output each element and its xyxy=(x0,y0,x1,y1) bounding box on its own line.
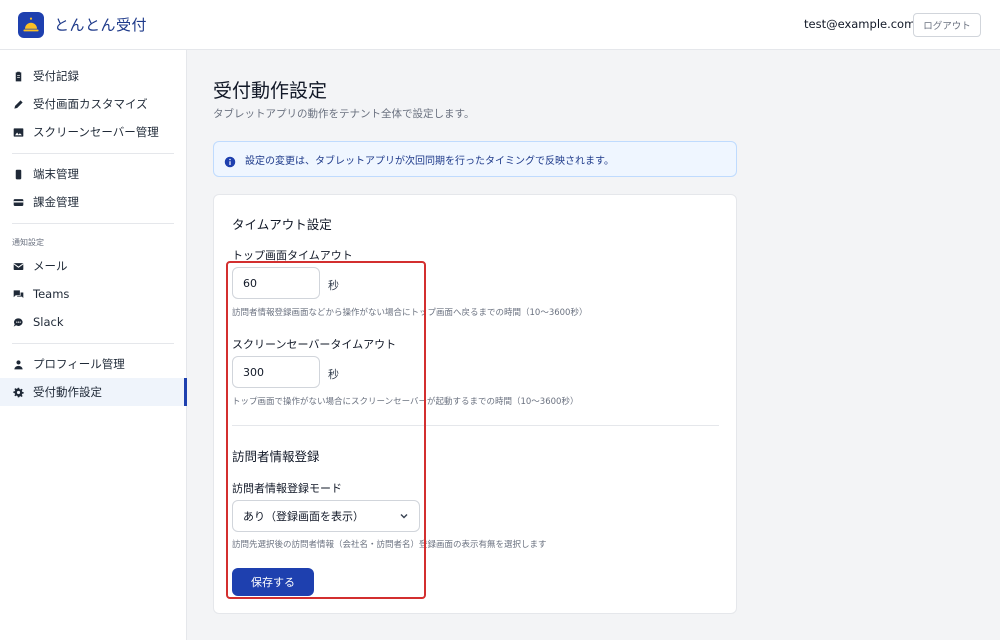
sidebar: 受付記録 受付画面カスタマイズ スクリーンセーバー管理 端末管理 課金管理 通知… xyxy=(0,50,187,640)
page-subtitle: タブレットアプリの動作をテナント全体で設定します。 xyxy=(213,108,475,120)
top-timeout-unit: 秒 xyxy=(328,279,339,292)
info-alert: 設定の変更は、タブレットアプリが次回同期を行ったタイミングで反映されます。 xyxy=(213,141,737,177)
sidebar-item-reception-settings[interactable]: 受付動作設定 xyxy=(0,378,187,406)
bell-icon xyxy=(18,12,44,38)
chat-icon xyxy=(12,316,24,328)
app-title: とんとん受付 xyxy=(54,16,148,34)
image-icon xyxy=(12,126,24,138)
screensaver-timeout-label: スクリーンセーバータイムアウト xyxy=(232,338,397,351)
screensaver-timeout-help: トップ画面で操作がない場合にスクリーンセーバーが起動するまでの時間（10〜360… xyxy=(232,397,579,407)
sidebar-item-label: 受付記録 xyxy=(33,69,79,83)
info-text: 設定の変更は、タブレットアプリが次回同期を行ったタイミングで反映されます。 xyxy=(245,155,614,167)
sidebar-item-label: プロフィール管理 xyxy=(33,357,125,371)
clipboard-icon xyxy=(12,70,24,82)
visitor-mode-select[interactable]: あり（登録画面を表示） xyxy=(232,500,420,532)
sidebar-item-label: Teams xyxy=(33,287,70,301)
settings-card: タイムアウト設定 トップ画面タイムアウト 秒 訪問者情報登録画面などから操作がな… xyxy=(213,194,737,614)
user-email: test@example.com xyxy=(804,17,916,31)
visitor-heading: 訪問者情報登録 xyxy=(232,449,320,464)
tablet-icon xyxy=(12,168,24,180)
sidebar-item-label: メール xyxy=(33,259,68,273)
screensaver-timeout-unit: 秒 xyxy=(328,368,339,381)
sidebar-item-slack[interactable]: Slack xyxy=(0,308,187,336)
sidebar-item-label: 課金管理 xyxy=(33,195,79,209)
mail-icon xyxy=(12,260,24,272)
sidebar-divider xyxy=(12,153,174,154)
sidebar-item-customize[interactable]: 受付画面カスタマイズ xyxy=(0,90,187,118)
sidebar-item-profile[interactable]: プロフィール管理 xyxy=(0,350,187,378)
screensaver-timeout-input[interactable] xyxy=(232,356,320,388)
sidebar-item-label: Slack xyxy=(33,315,64,329)
sidebar-item-label: 受付動作設定 xyxy=(33,385,102,399)
teams-icon xyxy=(12,288,24,300)
app-header: とんとん受付 test@example.com ログアウト xyxy=(0,0,1000,50)
info-icon xyxy=(224,153,236,168)
pencil-icon xyxy=(12,98,24,110)
user-icon xyxy=(12,358,24,370)
chevron-down-icon xyxy=(400,514,408,519)
credit-card-icon xyxy=(12,196,24,208)
sidebar-divider xyxy=(12,343,174,344)
visitor-mode-help: 訪問先選択後の訪問者情報（会社名・訪問者名）登録画面の表示有無を選択します xyxy=(232,540,547,550)
sidebar-item-mail[interactable]: メール xyxy=(0,252,187,280)
gear-icon xyxy=(12,386,24,398)
sidebar-section-label: 通知設定 xyxy=(12,238,44,247)
page-title: 受付動作設定 xyxy=(213,80,328,102)
top-timeout-label: トップ画面タイムアウト xyxy=(232,249,353,262)
sidebar-item-teams[interactable]: Teams xyxy=(0,280,187,308)
sidebar-item-screensaver[interactable]: スクリーンセーバー管理 xyxy=(0,118,187,146)
sidebar-item-label: 受付画面カスタマイズ xyxy=(33,97,148,111)
sidebar-item-label: 端末管理 xyxy=(33,167,79,181)
sidebar-item-billing[interactable]: 課金管理 xyxy=(0,188,187,216)
top-timeout-help: 訪問者情報登録画面などから操作がない場合にトップ画面へ戻るまでの時間（10〜36… xyxy=(232,308,588,318)
sidebar-item-reception-log[interactable]: 受付記録 xyxy=(0,62,187,90)
save-button[interactable]: 保存する xyxy=(232,568,314,596)
logout-button[interactable]: ログアウト xyxy=(913,13,981,37)
visitor-mode-label: 訪問者情報登録モード xyxy=(232,482,342,495)
card-divider xyxy=(232,425,719,426)
visitor-mode-value: あり（登録画面を表示） xyxy=(243,510,364,523)
sidebar-item-label: スクリーンセーバー管理 xyxy=(33,125,159,139)
top-timeout-input[interactable] xyxy=(232,267,320,299)
timeout-heading: タイムアウト設定 xyxy=(232,217,332,232)
sidebar-divider xyxy=(12,223,174,224)
sidebar-item-devices[interactable]: 端末管理 xyxy=(0,160,187,188)
